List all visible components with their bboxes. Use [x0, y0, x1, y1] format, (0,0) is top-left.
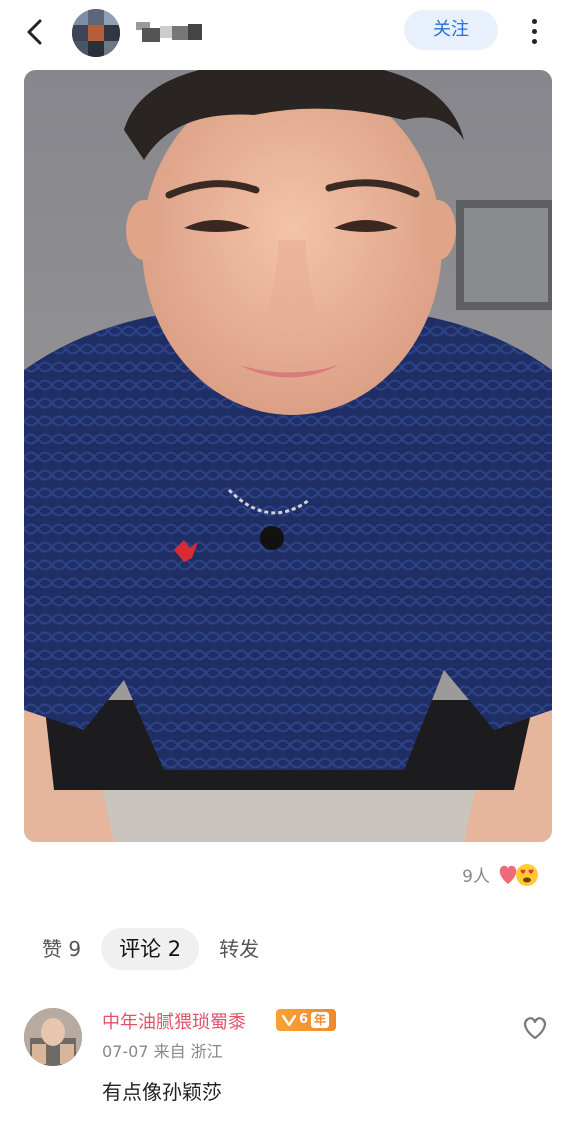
reactions-summary[interactable]: 9人 — [462, 860, 544, 888]
post-image[interactable] — [24, 70, 552, 842]
comment-item: 中年油腻猥琐蜀黍 6 年 07-07 来自 浙江 有点像孙颖莎 — [0, 1000, 576, 1129]
more-vertical-icon[interactable] — [518, 12, 550, 50]
tab-likes[interactable]: 赞 9 — [30, 928, 93, 970]
v-icon — [282, 1014, 296, 1026]
reaction-count: 9人 — [462, 866, 490, 887]
top-bar: 关注 — [0, 0, 576, 64]
commenter-name[interactable]: 中年油腻猥琐蜀黍 — [102, 1008, 246, 1034]
badge-unit: 年 — [311, 1012, 330, 1028]
author-avatar[interactable] — [72, 9, 120, 57]
back-arrow-icon[interactable] — [18, 14, 54, 50]
commenter-avatar[interactable] — [24, 1008, 82, 1066]
heart-eyes-emoji-icon — [516, 864, 538, 886]
comment-meta: 07-07 来自 浙江 — [102, 1042, 223, 1061]
comment-text: 有点像孙颖莎 — [102, 1080, 222, 1104]
tab-comments[interactable]: 评论 2 — [101, 928, 200, 970]
author-name-redacted[interactable] — [136, 20, 208, 44]
badge-level: 6 — [299, 1012, 309, 1027]
reaction-emojis — [496, 860, 544, 888]
interaction-tabs: 赞 9 评论 2 转发 — [30, 928, 271, 970]
heart-outline-icon[interactable] — [520, 1012, 550, 1042]
membership-badge: 6 年 — [276, 1009, 337, 1031]
follow-button[interactable]: 关注 — [404, 10, 498, 50]
tab-reposts[interactable]: 转发 — [207, 928, 271, 970]
heart-icon — [499, 865, 517, 884]
